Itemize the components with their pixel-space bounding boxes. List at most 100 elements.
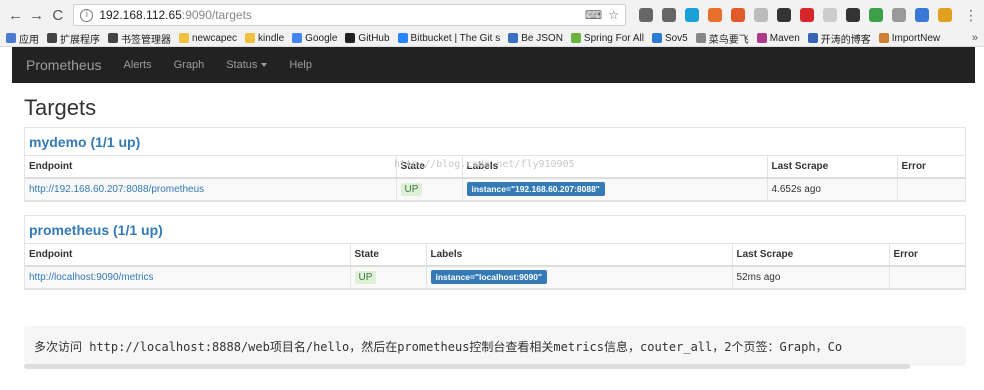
bookmark-item[interactable]: Bitbucket | The Git s <box>397 32 501 44</box>
job-header: mydemo (1/1 up) <box>25 128 965 156</box>
col-error: Error <box>896 156 965 179</box>
bookmark-item[interactable]: GitHub <box>345 32 390 44</box>
puzzle-icon <box>47 33 57 43</box>
bird-extension-icon[interactable] <box>684 8 699 22</box>
bookmark-item[interactable]: Maven <box>756 32 800 44</box>
bookmark-label: 书签管理器 <box>121 34 171 46</box>
orange-x-extension-icon[interactable] <box>707 8 722 22</box>
address-bar[interactable]: i 192.168.112.65 :9090/targets ⌨ ☆ <box>73 4 627 26</box>
col-state: State <box>349 244 426 267</box>
label-badge: instance="localhost:9090" <box>430 270 548 285</box>
browser-toolbar: ← → C i 192.168.112.65 :9090/targets ⌨ ☆… <box>0 0 984 30</box>
bookmark-item[interactable]: ImportNew <box>878 32 941 44</box>
shield-extension-icon[interactable] <box>868 8 883 22</box>
site-info-icon[interactable]: i <box>80 8 94 22</box>
blue-w-extension-icon[interactable] <box>914 8 929 22</box>
grey-extension-icon[interactable] <box>753 8 768 22</box>
bookmark-item[interactable]: 书签管理器 <box>108 31 171 46</box>
table-row: http://192.168.60.207:8088/prometheus UP… <box>25 178 965 201</box>
last-scrape-cell: 4.652s ago <box>766 178 897 201</box>
state-cell: UP <box>349 266 426 289</box>
bookmark-label: 扩展程序 <box>60 34 100 46</box>
nav-help[interactable]: Help <box>289 59 312 71</box>
red-circle-extension-icon[interactable] <box>730 8 745 22</box>
state-badge: UP <box>354 270 377 284</box>
last-scrape-cell: 52ms ago <box>731 266 889 289</box>
endpoint-cell: http://192.168.60.207:8088/prometheus <box>25 178 396 201</box>
job-title[interactable]: prometheus (1/1 up) <box>29 222 163 238</box>
bookmark-star-icon[interactable] <box>661 8 676 22</box>
sov5-icon <box>651 33 662 43</box>
brand-link[interactable]: Prometheus <box>26 57 101 73</box>
nav-status-dropdown[interactable]: Status <box>226 59 268 71</box>
blog-icon <box>807 33 818 43</box>
bookmark-label: Be JSON <box>521 32 563 44</box>
col-endpoint: Endpoint <box>25 244 350 267</box>
labels-cell: instance="192.168.60.207:8088" <box>461 178 767 201</box>
targets-table: Endpoint State Labels Last Scrape Error … <box>25 156 965 201</box>
table-header-row: Endpoint State Labels Last Scrape Error <box>25 156 965 179</box>
bookmark-label: ImportNew <box>891 32 941 44</box>
page-extension-icon[interactable] <box>822 8 837 22</box>
job-panel-prometheus: prometheus (1/1 up) Endpoint State Label… <box>24 215 966 290</box>
table-row: http://localhost:9090/metrics UP instanc… <box>25 266 965 289</box>
translate-extension-icon[interactable] <box>638 8 653 22</box>
bookmark-item[interactable]: newcapec <box>179 33 237 44</box>
nav-alerts[interactable]: Alerts <box>123 59 151 71</box>
bookmark-item[interactable]: 扩展程序 <box>47 31 100 46</box>
dark-extension-icon[interactable] <box>845 8 860 22</box>
bookmark-item[interactable]: 开涛的博客 <box>807 31 871 46</box>
star-icon <box>108 33 118 43</box>
jp-extension-icon[interactable] <box>776 8 791 22</box>
nav-graph[interactable]: Graph <box>174 59 205 71</box>
endpoint-cell: http://localhost:9090/metrics <box>25 266 350 289</box>
browser-menu-icon[interactable]: ⋮ <box>964 7 978 24</box>
spring-icon <box>570 33 581 43</box>
bookmark-item[interactable]: Google <box>292 33 337 44</box>
importnew-icon <box>878 33 889 43</box>
bookmark-item[interactable]: 菜鸟要飞 <box>695 31 749 46</box>
bookmark-item[interactable]: 应用 <box>6 31 39 46</box>
endpoint-link[interactable]: http://localhost:9090/metrics <box>29 272 154 283</box>
bookmark-label: Sov5 <box>664 32 688 44</box>
col-last-scrape: Last Scrape <box>766 156 897 179</box>
state-cell: UP <box>395 178 462 201</box>
bookmark-star-icon[interactable]: ☆ <box>608 8 619 22</box>
col-endpoint: Endpoint <box>25 156 396 179</box>
horizontal-scrollbar[interactable] <box>24 364 910 369</box>
page-icon <box>695 33 706 43</box>
url-path: :9090/targets <box>181 8 252 22</box>
targets-table: Endpoint State Labels Last Scrape Error … <box>25 244 965 289</box>
maven-icon <box>756 33 767 43</box>
bookmark-label: 菜鸟要飞 <box>708 34 749 46</box>
url-host: 192.168.112.65 <box>99 8 182 22</box>
job-title[interactable]: mydemo (1/1 up) <box>29 134 140 150</box>
endpoint-link[interactable]: http://192.168.60.207:8088/prometheus <box>29 184 204 195</box>
bookmark-label: Google <box>305 32 338 44</box>
bookmark-label: Bitbucket | The Git s <box>410 32 501 44</box>
back-icon[interactable]: ← <box>6 5 25 25</box>
json-icon <box>508 33 519 43</box>
chrome-extension-icon[interactable] <box>937 8 952 22</box>
bookmark-label: kindle <box>258 32 285 44</box>
reload-icon[interactable]: C <box>48 5 67 25</box>
screen: ← → C i 192.168.112.65 :9090/targets ⌨ ☆… <box>0 0 984 390</box>
google-icon <box>292 33 303 43</box>
bookmark-label: GitHub <box>358 32 390 44</box>
bookmark-item[interactable]: Spring For All <box>570 33 644 44</box>
bookmark-label: Maven <box>769 32 800 44</box>
code-snippet: 多次访问 http://localhost:8888/web项目名/hello，… <box>24 326 966 366</box>
translate-icon[interactable]: ⌨ <box>585 8 602 22</box>
abp-extension-icon[interactable] <box>799 8 814 22</box>
apps-icon <box>6 33 16 43</box>
bookmark-item[interactable]: Be JSON <box>508 33 563 44</box>
page-title: Targets <box>24 95 97 120</box>
bookmark-item[interactable]: kindle <box>245 33 284 44</box>
job-header: prometheus (1/1 up) <box>25 216 965 244</box>
grey-box-extension-icon[interactable] <box>891 8 906 22</box>
bookmark-item[interactable]: Sov5 <box>651 32 688 44</box>
bookmarks-overflow-button[interactable]: » <box>972 32 978 44</box>
forward-icon[interactable]: → <box>27 5 46 25</box>
github-icon <box>345 33 356 43</box>
folder-icon <box>179 33 189 43</box>
